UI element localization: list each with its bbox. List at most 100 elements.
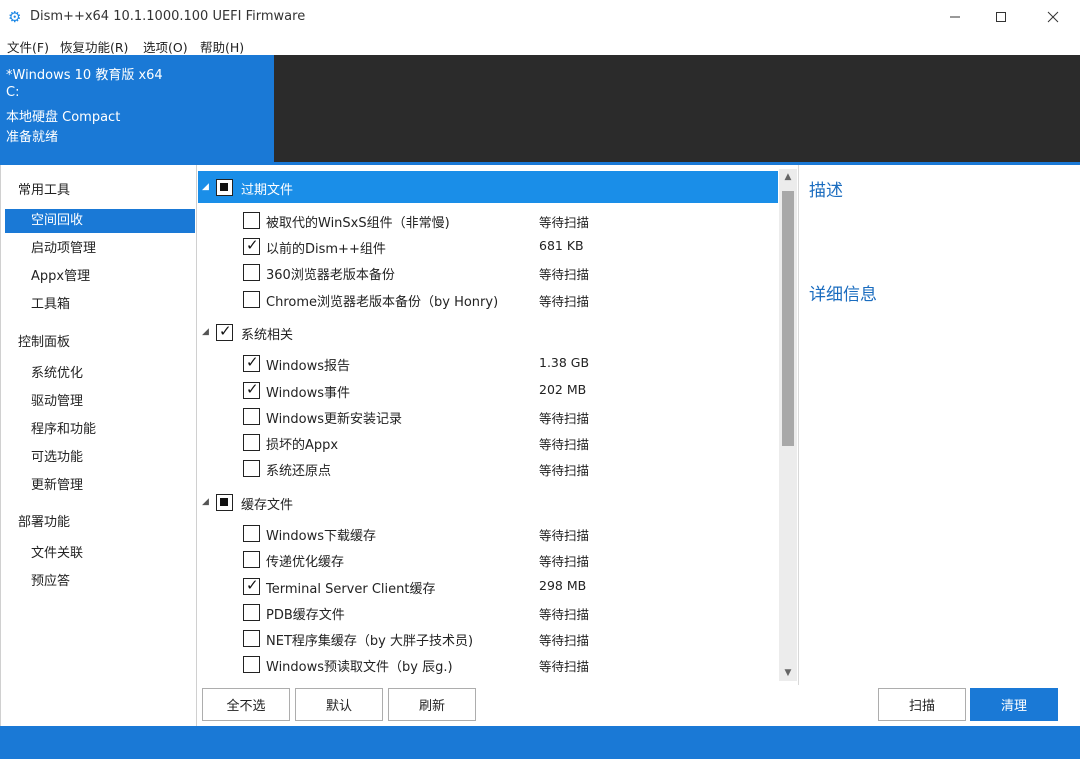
sidebar-item-drivers[interactable]: 驱动管理 xyxy=(5,390,195,414)
menu-help[interactable]: 帮助(H) xyxy=(200,37,244,56)
sidebar-group-deploy: 部署功能 xyxy=(18,515,71,530)
item-status: 等待扫描 xyxy=(539,659,590,674)
item-label: Windows预读取文件（by 辰g.) xyxy=(266,660,453,675)
item-checkbox[interactable] xyxy=(243,630,260,647)
item-status: 202 MB xyxy=(539,382,587,397)
item-label: Chrome浏览器老版本备份（by Honry) xyxy=(266,295,499,310)
sidebar-item-programs[interactable]: 程序和功能 xyxy=(5,418,195,442)
item-status: 等待扫描 xyxy=(539,294,590,309)
details-heading: 详细信息 xyxy=(809,285,877,305)
item-label: NET程序集缓存（by 大胖子技术员) xyxy=(266,634,474,649)
group-checkbox[interactable] xyxy=(216,179,233,196)
item-checkbox[interactable] xyxy=(243,656,260,673)
item-label: Terminal Server Client缓存 xyxy=(266,582,436,597)
collapse-arrow-icon[interactable]: ◢ xyxy=(202,327,209,337)
item-label: 以前的Dism++组件 xyxy=(266,242,386,257)
refresh-button[interactable]: 刷新 xyxy=(388,688,476,721)
item-checkbox[interactable]: ✓ xyxy=(243,353,260,372)
group-label: 缓存文件 xyxy=(241,498,294,513)
item-checkbox[interactable] xyxy=(243,604,260,621)
item-label: Windows更新安装记录 xyxy=(266,412,403,427)
details-panel: 描述 详细信息 xyxy=(798,165,1079,685)
item-status: 等待扫描 xyxy=(539,607,590,622)
scroll-thumb[interactable] xyxy=(782,191,794,446)
sidebar-item-toolbox[interactable]: 工具箱 xyxy=(5,293,195,317)
item-checkbox[interactable]: ✓ xyxy=(243,576,260,595)
tree-group[interactable]: ◢ ✓ 系统相关 xyxy=(198,316,778,348)
description-heading: 描述 xyxy=(809,181,843,201)
gear-icon: ⚙ xyxy=(8,8,22,26)
item-label: Windows报告 xyxy=(266,359,351,374)
sidebar-group-control-panel: 控制面板 xyxy=(18,335,71,350)
sidebar-item-system-optimize[interactable]: 系统优化 xyxy=(5,362,195,386)
maximize-icon xyxy=(996,12,1006,22)
drive-type: 本地硬盘 Compact xyxy=(6,110,121,125)
group-checkbox[interactable]: ✓ xyxy=(216,322,233,341)
maximize-button[interactable] xyxy=(978,0,1024,34)
sidebar: 常用工具 空间回收 启动项管理 Appx管理 工具箱 控制面板 系统优化 驱动管… xyxy=(0,165,197,726)
item-checkbox[interactable] xyxy=(243,434,260,451)
item-label: 360浏览器老版本备份 xyxy=(266,268,395,283)
collapse-arrow-icon[interactable]: ◢ xyxy=(202,182,209,192)
item-checkbox[interactable] xyxy=(243,460,260,477)
menu-recovery[interactable]: 恢复功能(R) xyxy=(60,37,128,56)
sidebar-item-answer-file[interactable]: 预应答 xyxy=(5,570,195,594)
clean-button[interactable]: 清理 xyxy=(970,688,1058,721)
item-label: Windows下载缓存 xyxy=(266,529,377,544)
close-button[interactable] xyxy=(1030,0,1076,34)
sidebar-item-appx[interactable]: Appx管理 xyxy=(5,265,195,289)
item-label: Windows事件 xyxy=(266,386,351,401)
status-text: 准备就绪 xyxy=(6,130,59,145)
sidebar-item-space-reclaim[interactable]: 空间回收 xyxy=(5,209,195,233)
sidebar-group-common-tools: 常用工具 xyxy=(18,183,71,198)
item-status: 等待扫描 xyxy=(539,554,590,569)
item-checkbox[interactable] xyxy=(243,408,260,425)
item-label: 系统还原点 xyxy=(266,464,332,479)
item-status: 等待扫描 xyxy=(539,463,590,478)
menu-file[interactable]: 文件(F) xyxy=(7,37,49,56)
item-checkbox[interactable] xyxy=(243,212,260,229)
sidebar-item-startup[interactable]: 启动项管理 xyxy=(5,237,195,261)
drive-letter: C: xyxy=(6,85,20,100)
item-checkbox[interactable]: ✓ xyxy=(243,236,260,255)
deselect-all-button[interactable]: 全不选 xyxy=(202,688,290,721)
scroll-down-arrow-icon[interactable]: ▼ xyxy=(779,665,797,681)
cleanup-tree: ◢ 过期文件 被取代的WinSxS组件（非常慢) 等待扫描 ✓ 以前的Dism+… xyxy=(198,165,797,681)
item-label: 传递优化缓存 xyxy=(266,555,345,570)
minimize-icon xyxy=(950,16,960,18)
item-label: PDB缓存文件 xyxy=(266,608,345,623)
item-checkbox[interactable] xyxy=(243,525,260,542)
sidebar-item-updates[interactable]: 更新管理 xyxy=(5,474,195,498)
sidebar-item-file-assoc[interactable]: 文件关联 xyxy=(5,542,195,566)
status-bar xyxy=(0,726,1080,759)
item-checkbox[interactable]: ✓ xyxy=(243,380,260,399)
os-name: *Windows 10 教育版 x64 xyxy=(6,68,163,83)
header-banner xyxy=(274,55,1080,162)
item-checkbox[interactable] xyxy=(243,551,260,568)
item-status: 1.38 GB xyxy=(539,355,590,370)
menu-options[interactable]: 选项(O) xyxy=(143,37,188,56)
scan-button[interactable]: 扫描 xyxy=(878,688,966,721)
item-label: 被取代的WinSxS组件（非常慢) xyxy=(266,216,450,231)
tree-group[interactable]: ◢ 缓存文件 xyxy=(198,486,778,518)
item-checkbox[interactable] xyxy=(243,264,260,281)
default-button[interactable]: 默认 xyxy=(295,688,383,721)
item-status: 等待扫描 xyxy=(539,411,590,426)
system-info-panel[interactable]: *Windows 10 教育版 x64 C: 本地硬盘 Compact 准备就绪 xyxy=(0,55,274,162)
group-label: 系统相关 xyxy=(241,328,294,343)
item-status: 等待扫描 xyxy=(539,267,590,282)
item-status: 等待扫描 xyxy=(539,633,590,648)
collapse-arrow-icon[interactable]: ◢ xyxy=(202,497,209,507)
scrollbar[interactable]: ▲ ▼ xyxy=(779,169,797,681)
minimize-button[interactable] xyxy=(932,0,978,34)
item-status: 681 KB xyxy=(539,238,584,253)
sidebar-item-optional-features[interactable]: 可选功能 xyxy=(5,446,195,470)
title-bar: ⚙ Dism++x64 10.1.1000.100 UEFI Firmware xyxy=(0,0,1080,34)
scroll-up-arrow-icon[interactable]: ▲ xyxy=(779,169,797,185)
item-label: 损坏的Appx xyxy=(266,438,339,453)
group-checkbox[interactable] xyxy=(216,494,233,511)
window-title: Dism++x64 10.1.1000.100 UEFI Firmware xyxy=(30,9,306,24)
item-status: 等待扫描 xyxy=(539,215,590,230)
tree-group[interactable]: ◢ 过期文件 xyxy=(198,171,778,203)
item-checkbox[interactable] xyxy=(243,291,260,308)
